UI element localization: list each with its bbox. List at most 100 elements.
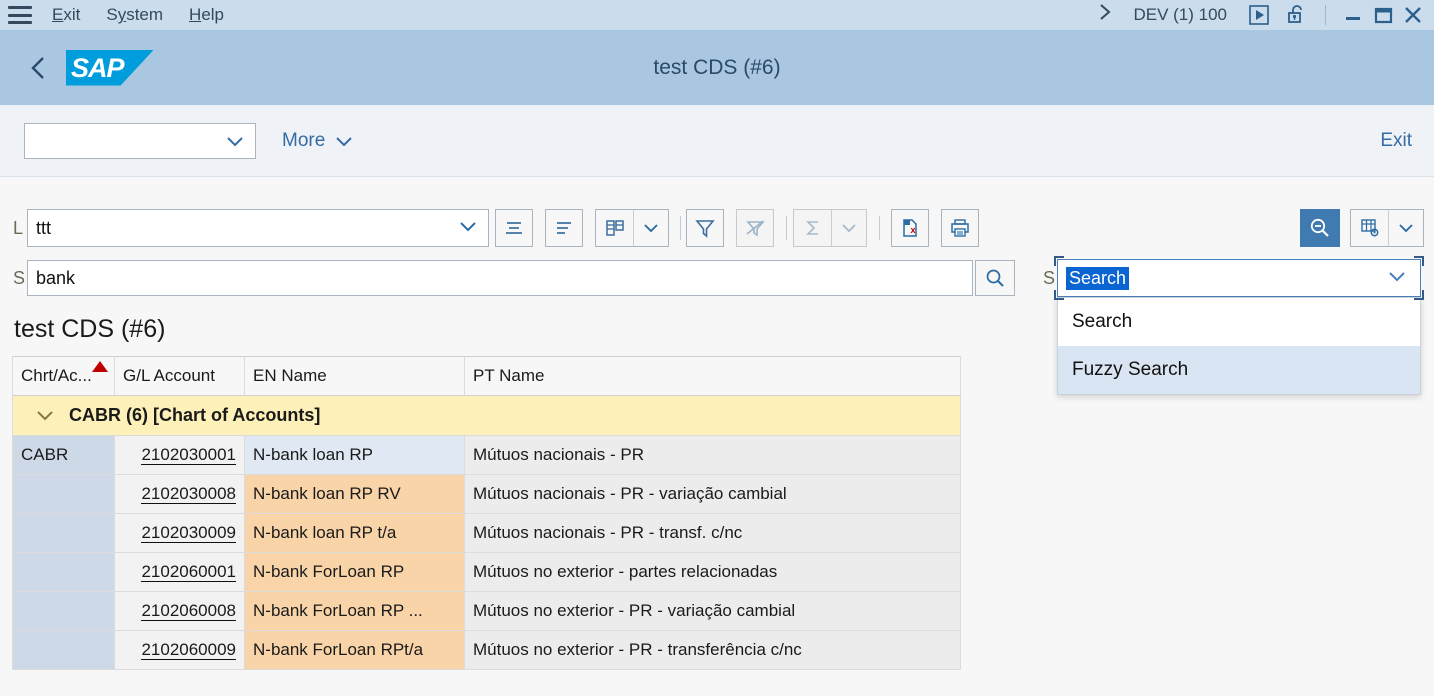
sort-ascending-icon <box>506 222 522 234</box>
layout-combobox[interactable]: ttt <box>27 209 489 247</box>
column-header-chart-of-accounts[interactable]: Chrt/Ac... <box>12 356 115 396</box>
search-mode-option-fuzzy-search[interactable]: Fuzzy Search <box>1058 346 1420 394</box>
column-header-label: Chrt/Ac... <box>21 366 92 385</box>
cell-chart-of-accounts <box>12 552 115 592</box>
cell-pt-name: Mútuos nacionais - PR - variação cambial <box>464 474 961 514</box>
unlock-icon[interactable] <box>1283 1 1311 29</box>
close-icon[interactable] <box>1398 1 1428 29</box>
toolbar-separator <box>879 216 880 240</box>
cell-en-name: N-bank loan RP <box>244 435 465 475</box>
menu-bar-right: DEV (1) 100 <box>1097 0 1434 30</box>
table-settings-icon <box>1360 219 1378 237</box>
content-title: test CDS (#6) <box>14 315 166 343</box>
toolbar-separator <box>680 216 681 240</box>
cell-gl-account[interactable]: 2102060001 <box>114 552 245 592</box>
cell-chart-of-accounts <box>12 591 115 631</box>
table-group-row[interactable]: CABR (6) [Chart of Accounts] <box>12 395 961 436</box>
gl-account-link[interactable]: 2102030001 <box>141 445 236 465</box>
hamburger-menu-icon[interactable] <box>8 6 32 24</box>
more-button[interactable]: More <box>282 130 354 152</box>
table-group-label: CABR (6) [Chart of Accounts] <box>69 405 321 425</box>
search-input[interactable]: bank <box>27 260 973 296</box>
cell-pt-name: Mútuos no exterior - partes relacionadas <box>464 552 961 592</box>
chevron-right-icon[interactable] <box>1097 1 1113 29</box>
maximize-icon[interactable] <box>1368 1 1398 29</box>
chevron-down-icon <box>1399 224 1413 233</box>
table-group-cell: CABR (6) [Chart of Accounts] <box>12 395 961 436</box>
cell-en-name: N-bank loan RP RV <box>244 474 465 514</box>
cell-en-name: N-bank ForLoan RPt/a <box>244 630 465 670</box>
column-header-gl-account[interactable]: G/L Account <box>114 356 245 396</box>
chevron-down-icon <box>1386 269 1420 288</box>
total-menu-button <box>831 209 867 247</box>
gl-account-link[interactable]: 2102030008 <box>141 484 236 504</box>
cell-gl-account[interactable]: 2102030001 <box>114 435 245 475</box>
search-mode-combobox[interactable]: Search <box>1054 256 1424 300</box>
table-settings-button[interactable] <box>1350 209 1388 247</box>
gl-account-link[interactable]: 2102060008 <box>141 601 236 621</box>
export-excel-button[interactable]: x <box>891 209 929 247</box>
cell-pt-name: Mútuos nacionais - PR <box>464 435 961 475</box>
chevron-down-icon <box>842 224 856 233</box>
table-row[interactable]: 2102060008 N-bank ForLoan RP ... Mútuos … <box>12 591 961 631</box>
chevron-down-icon <box>227 136 243 146</box>
cell-en-name: N-bank loan RP t/a <box>244 513 465 553</box>
layout-combobox-value: ttt <box>36 217 52 238</box>
menu-item-exit[interactable]: Exit <box>52 0 80 30</box>
system-id-label: DEV (1) 100 <box>1133 5 1227 24</box>
sap-gui-window: Exit System Help DEV (1) 100 SAP test CD… <box>0 0 1434 696</box>
table-settings-menu-button[interactable] <box>1388 209 1424 247</box>
change-layout-menu-button[interactable] <box>633 209 669 247</box>
search-mode-dropdown: Search Fuzzy Search <box>1057 297 1421 395</box>
cell-pt-name: Mútuos no exterior - PR - transferência … <box>464 630 961 670</box>
cell-gl-account[interactable]: 2102060009 <box>114 630 245 670</box>
search-mode-value: Search <box>1066 266 1130 290</box>
hide-search-button[interactable] <box>1300 209 1340 247</box>
app-header: SAP test CDS (#6) <box>0 30 1434 105</box>
svg-text:x: x <box>911 225 916 235</box>
table-row[interactable]: CABR 2102030001 N-bank loan RP Mútuos na… <box>12 435 961 475</box>
table-row[interactable]: 2102060009 N-bank ForLoan RPt/a Mútuos n… <box>12 630 961 670</box>
search-minus-icon <box>1310 218 1329 237</box>
play-button-icon[interactable] <box>1245 1 1273 29</box>
menu-bar: Exit System Help DEV (1) 100 <box>0 0 1434 30</box>
search-mode-option-search[interactable]: Search <box>1058 298 1420 346</box>
cell-pt-name: Mútuos nacionais - PR - transf. c/nc <box>464 513 961 553</box>
gl-account-link[interactable]: 2102060001 <box>141 562 236 582</box>
layout-label: L <box>13 218 24 238</box>
gl-account-link[interactable]: 2102060009 <box>141 640 236 660</box>
column-header-en-name[interactable]: EN Name <box>244 356 465 396</box>
page-title: test CDS (#6) <box>653 55 781 79</box>
cell-chart-of-accounts <box>12 630 115 670</box>
column-header-pt-name[interactable]: PT Name <box>464 356 961 396</box>
menu-item-system[interactable]: System <box>106 0 163 30</box>
chevron-down-icon <box>458 219 488 238</box>
sort-ascending-button[interactable] <box>495 209 533 247</box>
sort-descending-button[interactable] <box>545 209 583 247</box>
gl-account-link[interactable]: 2102030009 <box>141 523 236 543</box>
change-layout-button[interactable] <box>595 209 633 247</box>
sort-descending-icon <box>557 222 571 234</box>
filter-button[interactable] <box>686 209 724 247</box>
minimize-icon[interactable] <box>1338 1 1368 29</box>
cell-gl-account[interactable]: 2102030008 <box>114 474 245 514</box>
print-button[interactable] <box>941 209 979 247</box>
search-mode-label: S <box>1043 268 1056 288</box>
table-row[interactable]: 2102060001 N-bank ForLoan RP Mútuos no e… <box>12 552 961 592</box>
menu-item-help[interactable]: Help <box>189 0 224 30</box>
table-layout-icon <box>605 220 624 236</box>
secondary-toolbar: More Exit <box>0 105 1434 177</box>
search-submit-button[interactable] <box>975 260 1015 296</box>
table-header-row: Chrt/Ac... G/L Account EN Name PT Name <box>12 356 961 396</box>
cell-gl-account[interactable]: 2102030009 <box>114 513 245 553</box>
exit-button[interactable]: Exit <box>1380 130 1412 152</box>
table-row[interactable]: 2102030009 N-bank loan RP t/a Mútuos nac… <box>12 513 961 553</box>
cell-gl-account[interactable]: 2102060008 <box>114 591 245 631</box>
filter-off-icon <box>746 220 765 237</box>
variant-select[interactable] <box>24 122 256 159</box>
table-row[interactable]: 2102030008 N-bank loan RP RV Mútuos naci… <box>12 474 961 514</box>
printer-icon <box>951 219 969 237</box>
results-table: Chrt/Ac... G/L Account EN Name PT Name C… <box>12 356 961 670</box>
chevron-down-icon[interactable] <box>35 409 55 422</box>
sigma-icon <box>805 221 818 235</box>
